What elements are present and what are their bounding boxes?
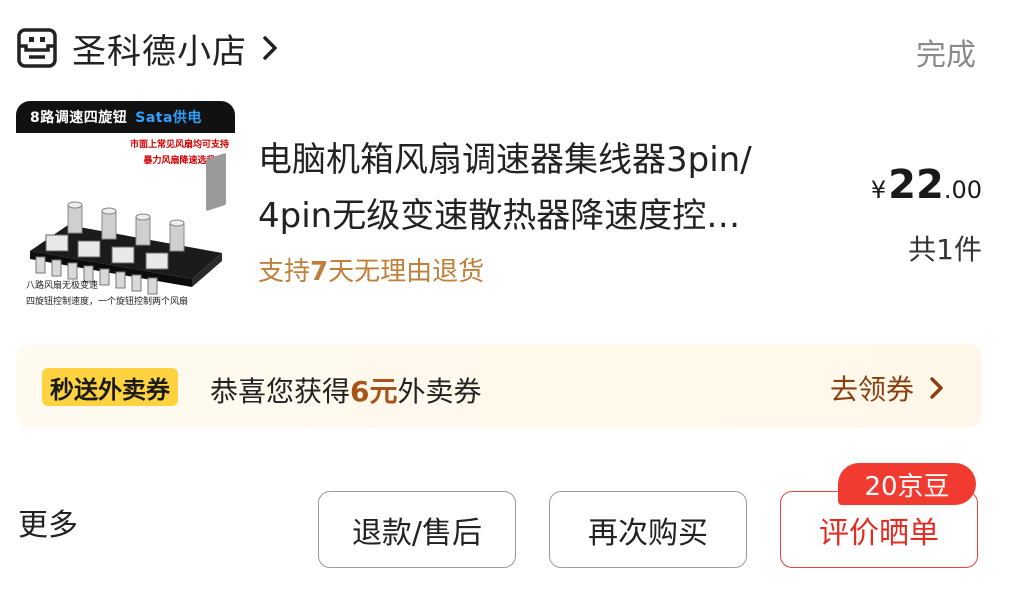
price-integer: 22: [888, 162, 944, 208]
caption-line-1: 八路风扇无极变速: [26, 281, 99, 291]
return-prefix: 支持: [258, 257, 311, 287]
coupon-banner[interactable]: 秒送外卖券 恭喜您获得6元外卖券 去领券: [16, 344, 982, 428]
product-title-line-2: 4pin无级变速散热器降速度控…: [258, 196, 741, 236]
product-title-line-1: 电脑机箱风扇调速器集线器3pin/: [258, 140, 752, 180]
price-currency: ¥: [870, 176, 887, 204]
coupon-text-prefix: 恭喜您获得: [210, 375, 351, 408]
more-button[interactable]: 更多: [18, 500, 78, 544]
coupon-tag: 秒送外卖券: [42, 368, 178, 406]
coupon-message: 恭喜您获得6元外卖券: [210, 370, 482, 410]
product-image-caption: 八路风扇无极变速 四旋钮控制速度，一个旋钮控制两个风扇: [26, 278, 188, 310]
refund-after-sales-button[interactable]: 退款/售后: [318, 491, 516, 568]
coupon-amount: 6元: [350, 375, 398, 408]
claim-coupon-button[interactable]: 去领券: [830, 368, 946, 408]
return-days: 7: [310, 257, 329, 287]
buy-again-button[interactable]: 再次购买: [549, 491, 747, 568]
product-price: ¥ 22 .00: [871, 162, 982, 208]
product-title[interactable]: 电脑机箱风扇调速器集线器3pin/ 4pin无级变速散热器降速度控…: [258, 132, 818, 244]
return-policy: 支持7天无理由退货: [258, 251, 484, 288]
return-suffix: 天无理由退货: [328, 257, 485, 287]
caption-line-2: 四旋钮控制速度，一个旋钮控制两个风扇: [26, 297, 189, 307]
product-image[interactable]: 8路调速四旋钮 Sata供电 市面上常见风扇均可支持 暴力风扇降速选我 八路风扇…: [16, 101, 235, 320]
shop-name[interactable]: 圣科德小店: [72, 24, 247, 73]
product-quantity: 共1件: [908, 233, 982, 266]
coupon-text-suffix: 外卖券: [397, 375, 482, 408]
claim-coupon-label: 去领券: [829, 373, 914, 406]
done-button[interactable]: 完成: [916, 30, 976, 74]
chevron-right-icon: [930, 377, 943, 399]
price-decimal: .00: [943, 176, 982, 204]
shop-header[interactable]: 圣科德小店: [16, 24, 281, 72]
chevron-right-icon: [263, 36, 277, 60]
jingdou-reward-badge: 20京豆: [838, 463, 976, 505]
shop-face-icon: [17, 28, 57, 68]
